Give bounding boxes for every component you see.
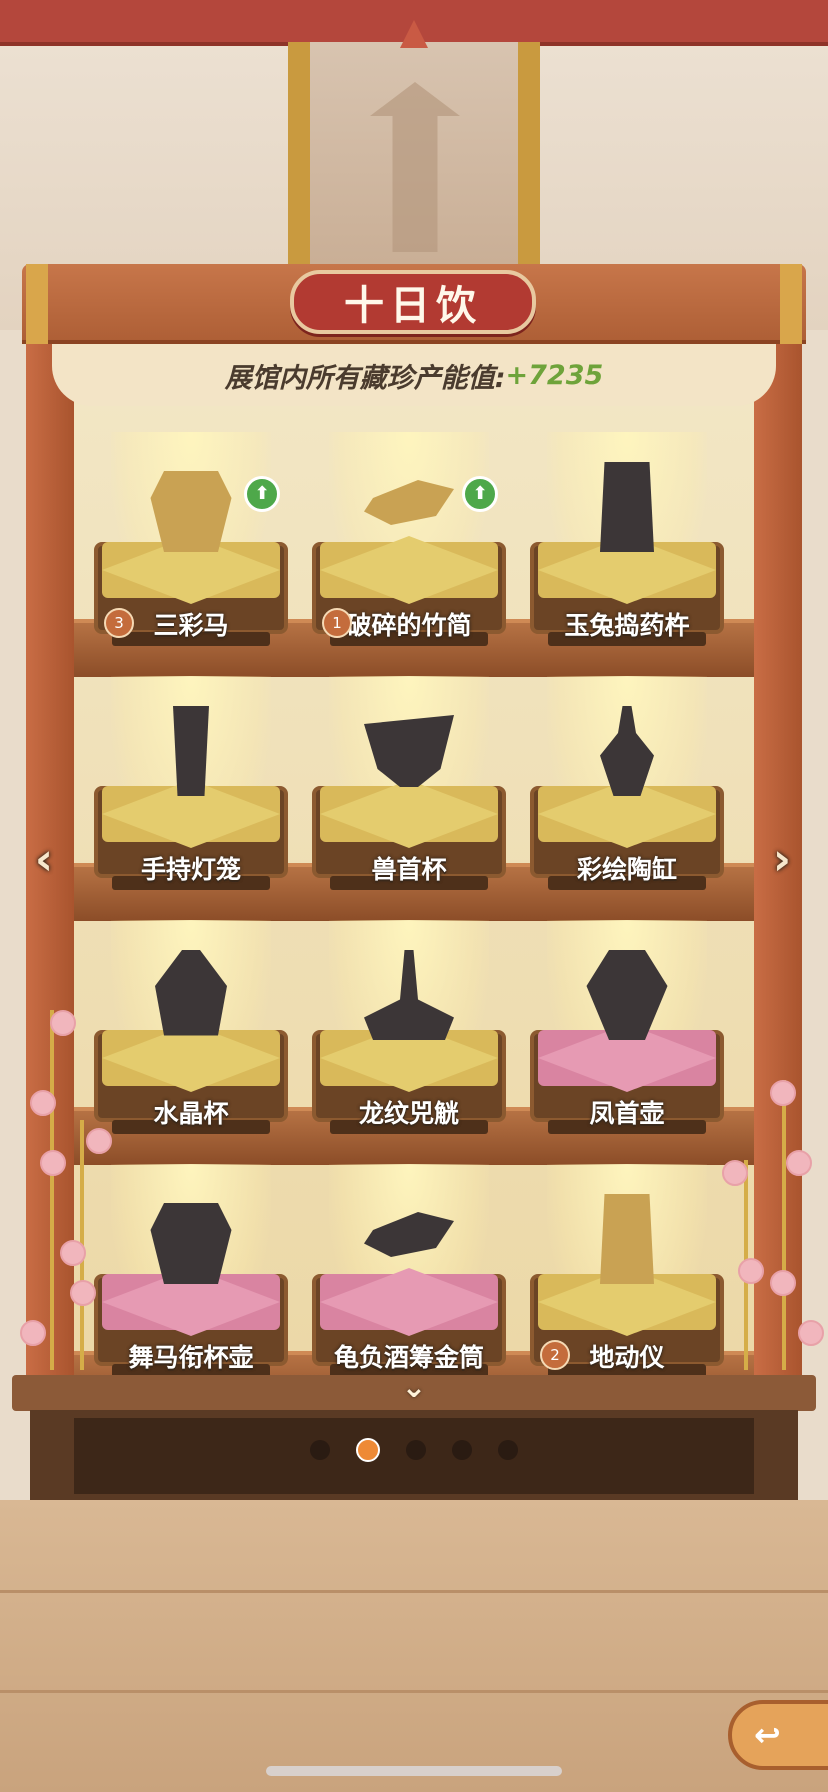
return-icon[interactable]: ↩ [728,1700,828,1770]
hall-title: 十日饮 [290,270,536,334]
artifact-name: 龟负酒筹金筒 [333,1343,484,1372]
artifact-name: 彩绘陶缸 [576,855,677,884]
chevron-down-icon[interactable]: ⌄ [392,1370,436,1405]
production-value: +7235 [505,359,604,391]
collection-slot[interactable]: 舞马衔杯壶 [94,1164,288,1394]
home-indicator[interactable] [266,1766,562,1776]
artifact-name: 凤首壶 [589,1099,665,1128]
level-badge: 3 [104,608,134,638]
collection-slot[interactable]: 三彩马 3 ⬆ [94,432,288,662]
shelf-row: 手持灯笼 兽首杯 彩绘陶缸 [74,676,754,921]
collection-slot[interactable]: 地动仪 2 [530,1164,724,1394]
production-value-banner: 展馆内所有藏珍产能值: +7235 [52,344,776,406]
level-badge: 1 [322,608,352,638]
artifact-silhouette [586,950,668,1040]
page-dot[interactable] [356,1438,380,1462]
artifact-image [600,1194,654,1284]
page-dot[interactable] [452,1440,472,1460]
collection-slot[interactable]: 凤首壶 [530,920,724,1150]
level-badge: 2 [540,1340,570,1370]
collection-slot[interactable]: 兽首杯 [312,676,506,906]
artifact-silhouette [600,706,654,796]
gold-post-left [26,264,48,344]
collection-slot[interactable]: 玉兔捣药杵 [530,432,724,662]
artifact-name: 兽首杯 [371,855,447,884]
arrow-up-icon[interactable]: ⬆ [244,476,280,512]
artifact-silhouette [173,706,209,796]
collection-slot[interactable]: 龟负酒筹金筒 [312,1164,506,1394]
page-dot[interactable] [310,1440,330,1460]
page-dot[interactable] [406,1440,426,1460]
artifact-silhouette [155,950,227,1036]
artifact-silhouette [600,462,654,552]
collection-slot[interactable]: 水晶杯 [94,920,288,1150]
collection-slot[interactable]: 龙纹兕觥 [312,920,506,1150]
collection-slot[interactable]: 破碎的竹简 1 ⬆ [312,432,506,662]
shelf-row: 三彩马 3 ⬆ 破碎的竹简 1 ⬆ 玉兔捣药杵 [74,432,754,677]
chevron-left-icon[interactable]: ‹ [24,832,64,888]
artifact-silhouette [364,715,454,787]
shelf-row: 水晶杯 龙纹兕觥 凤首壶 [74,920,754,1165]
artifact-name: 舞马衔杯壶 [128,1343,254,1372]
chevron-right-icon[interactable]: › [762,832,802,888]
artifact-image [150,471,232,552]
artifact-name: 手持灯笼 [140,855,241,884]
production-value-label: 展馆内所有藏珍产能值: [224,362,506,394]
collection-slot[interactable]: 手持灯笼 [94,676,288,906]
floor [0,1500,828,1792]
page-indicator [0,1438,828,1462]
artifact-name: 龙纹兕觥 [358,1099,459,1128]
collection-slot[interactable]: 彩绘陶缸 [530,676,724,906]
arrow-up-icon[interactable]: ⬆ [462,476,498,512]
page-dot[interactable] [498,1440,518,1460]
artifact-name: 玉兔捣药杵 [564,611,690,640]
pagoda-panel [288,42,540,272]
artifact-silhouette [150,1203,232,1284]
artifact-silhouette [364,950,454,1040]
gold-post-right [780,264,802,344]
artifact-name: 水晶杯 [153,1099,229,1128]
